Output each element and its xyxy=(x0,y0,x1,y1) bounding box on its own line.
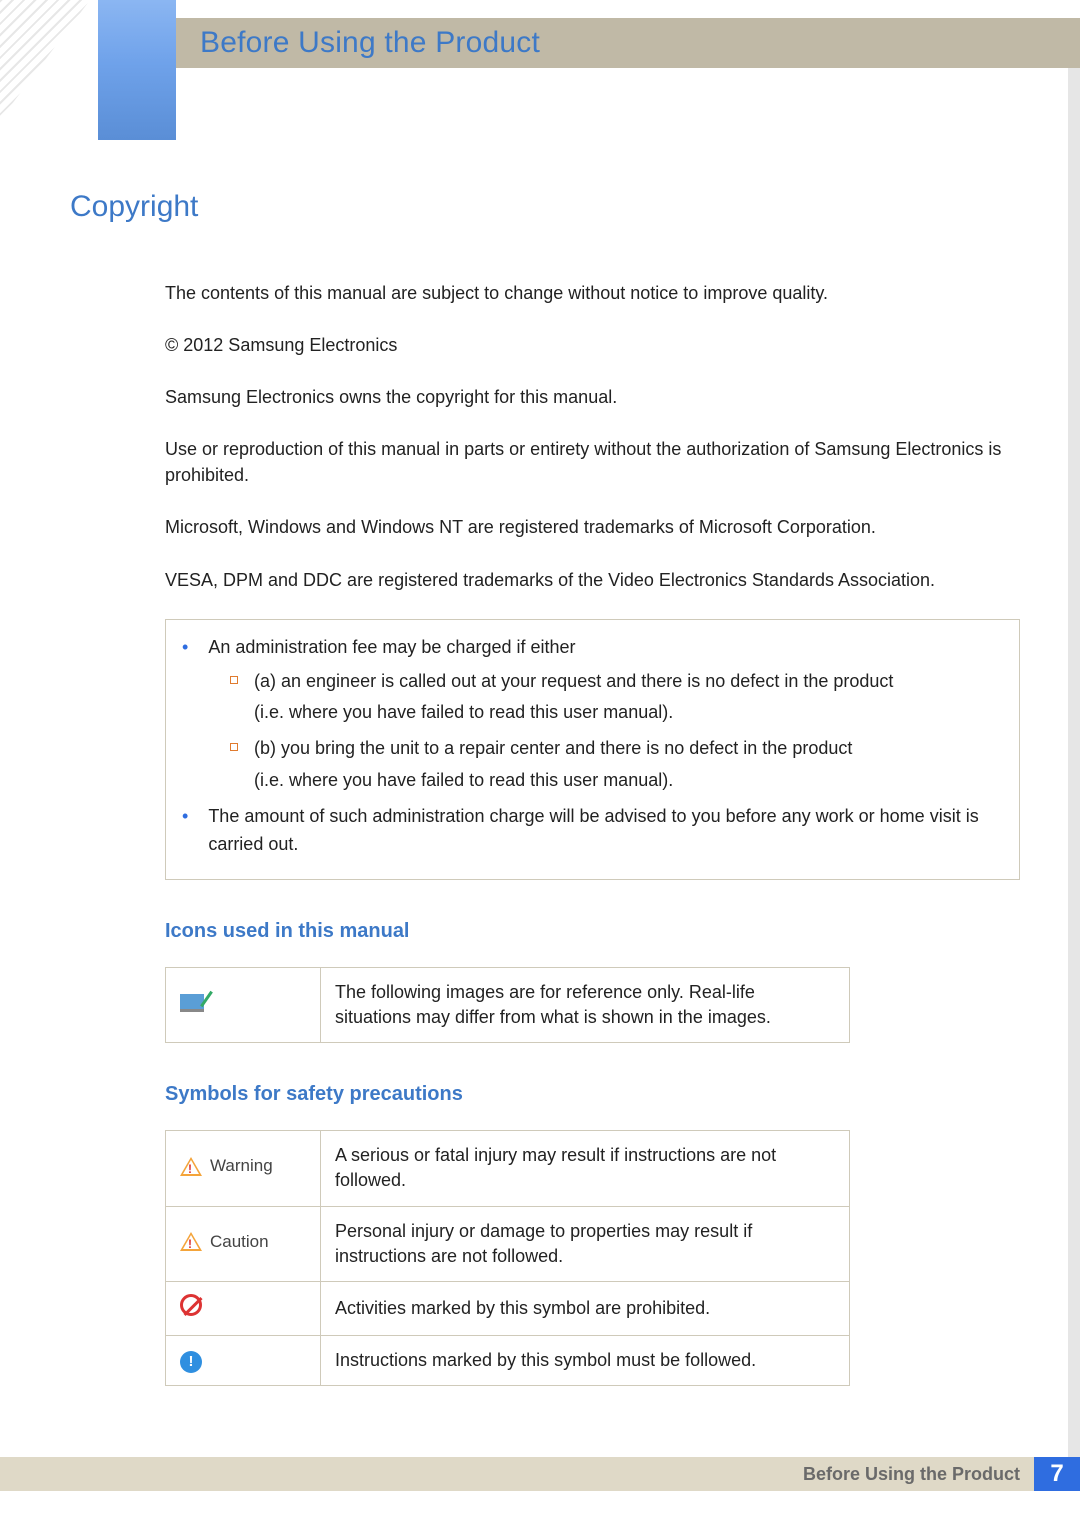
paragraph: VESA, DPM and DDC are registered tradema… xyxy=(165,567,1020,593)
warning-icon: ! Warning xyxy=(180,1154,273,1178)
caution-icon: ! Caution xyxy=(180,1230,269,1254)
reference-image-icon xyxy=(180,990,206,1012)
symbol-label: Caution xyxy=(210,1230,269,1254)
bullet-text: An administration fee may be charged if … xyxy=(208,634,575,662)
chapter-title: Before Using the Product xyxy=(200,26,540,60)
symbol-cell xyxy=(166,1282,321,1336)
bullet-level2: (a) an engineer is called out at your re… xyxy=(230,668,1003,696)
bullet-square-icon xyxy=(230,676,238,684)
must-follow-icon: ! xyxy=(180,1351,202,1373)
section-heading: Copyright xyxy=(70,190,1020,224)
subsection-heading: Icons used in this manual xyxy=(165,920,1020,943)
bullet-level1: • The amount of such administration char… xyxy=(182,803,1003,859)
paragraph: The contents of this manual are subject … xyxy=(165,280,1020,306)
symbol-label: Warning xyxy=(210,1154,273,1178)
icon-cell xyxy=(166,967,321,1042)
table-row: ! Instructions marked by this symbol mus… xyxy=(166,1336,850,1386)
bullet-text: The amount of such administration charge… xyxy=(208,803,1003,859)
symbol-description: A serious or fatal injury may result if … xyxy=(321,1131,850,1206)
symbol-description: Instructions marked by this symbol must … xyxy=(321,1336,850,1386)
table-row: ! Warning A serious or fatal injury may … xyxy=(166,1131,850,1206)
paragraph: Use or reproduction of this manual in pa… xyxy=(165,436,1020,488)
symbol-description: Activities marked by this symbol are pro… xyxy=(321,1282,850,1336)
symbol-cell: ! Caution xyxy=(166,1206,321,1281)
paragraph: Samsung Electronics owns the copyright f… xyxy=(165,384,1020,410)
chapter-tab xyxy=(98,0,176,140)
bullet-dot-icon: • xyxy=(182,634,188,662)
bullet-square-icon xyxy=(230,743,238,751)
page: Before Using the Product Copyright The c… xyxy=(0,0,1080,1527)
admin-fee-box: • An administration fee may be charged i… xyxy=(165,619,1020,880)
symbol-cell: ! Warning xyxy=(166,1131,321,1206)
paragraph: © 2012 Samsung Electronics xyxy=(165,332,1020,358)
bullet-dot-icon: • xyxy=(182,803,188,859)
table-row: Activities marked by this symbol are pro… xyxy=(166,1282,850,1336)
footer: Before Using the Product 7 xyxy=(0,1457,1080,1491)
symbol-cell: ! xyxy=(166,1336,321,1386)
footer-chapter-label: Before Using the Product xyxy=(803,1464,1034,1485)
bullet-level1: • An administration fee may be charged i… xyxy=(182,634,1003,662)
bullet-level2: (b) you bring the unit to a repair cente… xyxy=(230,735,1003,763)
table-row: ! Caution Personal injury or damage to p… xyxy=(166,1206,850,1281)
bullet-continuation: (i.e. where you have failed to read this… xyxy=(254,767,1003,795)
header-band: Before Using the Product xyxy=(176,18,1080,68)
right-margin-strip xyxy=(1068,18,1080,1491)
subsection-heading: Symbols for safety precautions xyxy=(165,1083,1020,1106)
content: Copyright The contents of this manual ar… xyxy=(70,190,1020,1386)
paragraph: Microsoft, Windows and Windows NT are re… xyxy=(165,514,1020,540)
icon-description: The following images are for reference o… xyxy=(321,967,850,1042)
symbol-description: Personal injury or damage to properties … xyxy=(321,1206,850,1281)
bullet-continuation: (i.e. where you have failed to read this… xyxy=(254,699,1003,727)
table-row: The following images are for reference o… xyxy=(166,967,850,1042)
decorative-hatch xyxy=(0,0,90,120)
page-number: 7 xyxy=(1034,1457,1080,1491)
bullet-text: (a) an engineer is called out at your re… xyxy=(254,668,893,696)
icons-table: The following images are for reference o… xyxy=(165,967,850,1043)
prohibited-icon xyxy=(180,1294,202,1316)
bullet-text: (b) you bring the unit to a repair cente… xyxy=(254,735,852,763)
symbols-table: ! Warning A serious or fatal injury may … xyxy=(165,1130,850,1386)
